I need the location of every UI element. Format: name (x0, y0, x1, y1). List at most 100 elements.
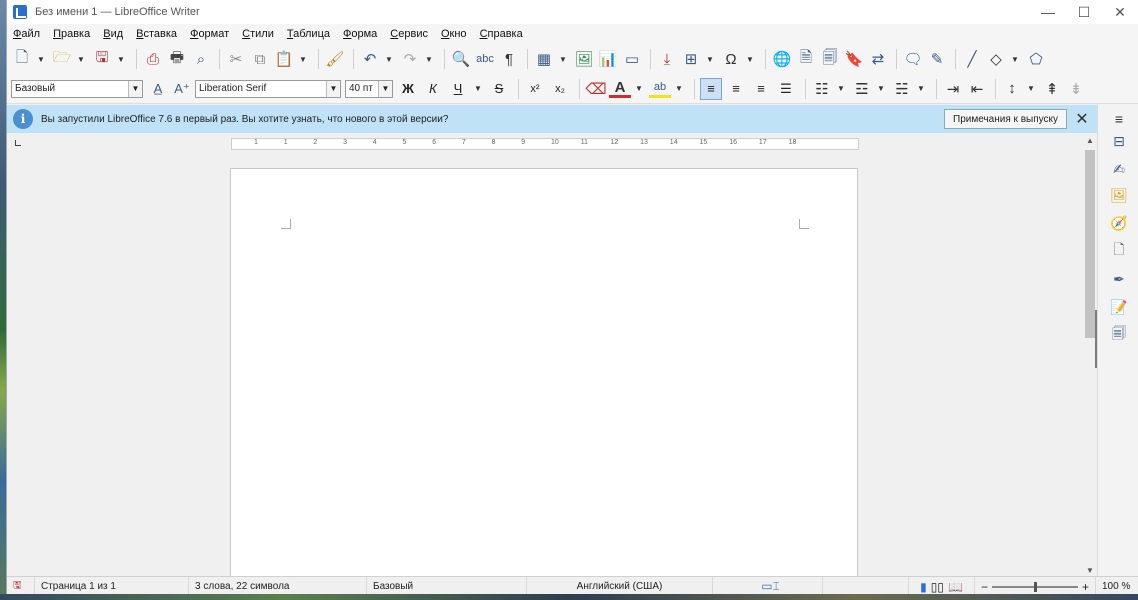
table-dropdown-icon[interactable]: ▼ (557, 48, 569, 70)
print-icon[interactable]: 🖶 (166, 48, 188, 70)
align-center-button[interactable]: ≡ (725, 78, 747, 100)
scroll-down-icon[interactable]: ▼ (1083, 564, 1097, 576)
redo-dropdown-icon[interactable]: ▼ (423, 48, 435, 70)
book-view-icon[interactable]: 📖 (948, 580, 963, 594)
copy-icon[interactable]: ⧉ (249, 48, 271, 70)
cross-reference-icon[interactable]: ⇄ (867, 48, 889, 70)
increase-indent-icon[interactable]: ⇥ (942, 78, 964, 100)
close-button[interactable]: ✕ (1102, 0, 1138, 24)
align-left-button[interactable]: ≡ (700, 77, 722, 100)
highlight-dropdown-icon[interactable]: ▼ (673, 78, 685, 100)
navigator-icon[interactable]: 🧭 (1108, 212, 1130, 234)
underline-button[interactable]: Ч (447, 78, 469, 100)
find-replace-icon[interactable]: 🔍 (450, 48, 472, 70)
save-icon[interactable]: 🖫 (91, 48, 113, 70)
align-right-button[interactable]: ≡ (750, 78, 772, 100)
menu-view[interactable]: Вид (103, 28, 123, 40)
bullet-list-icon[interactable]: ☷ (811, 78, 833, 100)
basic-shapes-icon[interactable]: ◇ (985, 48, 1007, 70)
paste-icon[interactable]: 📋 (273, 48, 295, 70)
highlight-color-icon[interactable]: ab (649, 80, 671, 98)
gallery-icon[interactable]: 🖼 (1108, 184, 1130, 206)
release-notes-button[interactable]: Примечания к выпуску (944, 109, 1067, 129)
superscript-button[interactable]: x² (524, 78, 546, 100)
style-inspector-icon[interactable]: ✒ (1108, 268, 1130, 290)
insert-textbox-icon[interactable]: ▭ (621, 48, 643, 70)
zoom-in-button[interactable]: + (1082, 580, 1089, 594)
maximize-button[interactable]: ☐ (1066, 0, 1102, 24)
design-icon[interactable]: 🗐 (1108, 324, 1130, 346)
underline-dropdown-icon[interactable]: ▼ (472, 78, 484, 100)
comment-icon[interactable]: 🗨 (902, 48, 924, 70)
draw-functions-icon[interactable]: ⬠ (1025, 48, 1047, 70)
insert-image-icon[interactable]: 🖼 (573, 48, 595, 70)
paragraph-style-combo[interactable]: Базовый ▼ (11, 79, 143, 98)
export-pdf-icon[interactable]: ⎙ (142, 48, 164, 70)
document-page[interactable] (230, 168, 858, 576)
menu-file[interactable]: Файл (13, 28, 40, 40)
scroll-up-icon[interactable]: ▲ (1083, 134, 1097, 146)
zoom-slider-knob[interactable] (1034, 581, 1038, 592)
menu-insert[interactable]: Вставка (136, 28, 177, 40)
open-folder-icon[interactable]: 🗁 (51, 48, 73, 70)
increase-paragraph-spacing-icon[interactable]: ⇞ (1041, 78, 1063, 100)
clone-formatting-icon[interactable]: 🖌 (324, 48, 346, 70)
new-document-icon[interactable]: 🗋 (11, 48, 33, 70)
insert-page-break-icon[interactable]: ⤓ (656, 48, 678, 70)
redo-icon[interactable]: ↷ (399, 48, 421, 70)
italic-button[interactable]: К (422, 78, 444, 100)
open-dropdown-icon[interactable]: ▼ (75, 48, 87, 70)
single-page-view-icon[interactable]: ▮ (920, 580, 927, 594)
strikethrough-button[interactable]: S (488, 78, 510, 100)
chevron-down-icon[interactable]: ▼ (326, 80, 340, 97)
print-preview-icon[interactable]: ⌕ (190, 48, 212, 70)
field-dropdown-icon[interactable]: ▼ (704, 48, 716, 70)
zoom-slider[interactable] (992, 581, 1079, 592)
justify-button[interactable]: ☰ (775, 78, 797, 100)
numbered-dropdown-icon[interactable]: ▼ (875, 78, 887, 100)
sidebar-menu-icon[interactable]: ≡ (1108, 108, 1130, 130)
line-spacing-dropdown-icon[interactable]: ▼ (1025, 78, 1037, 100)
menu-styles[interactable]: Стили (242, 28, 274, 40)
menu-edit[interactable]: Правка (53, 28, 90, 40)
menu-table[interactable]: Таблица (287, 28, 330, 40)
bold-button[interactable]: Ж (397, 78, 419, 100)
menu-form[interactable]: Форма (343, 28, 377, 40)
spellcheck-icon[interactable]: abc (474, 48, 496, 70)
decrease-indent-icon[interactable]: ⇤ (966, 78, 988, 100)
paste-dropdown-icon[interactable]: ▼ (297, 48, 309, 70)
page-icon[interactable]: 🗋 (1108, 240, 1130, 262)
undo-dropdown-icon[interactable]: ▼ (383, 48, 395, 70)
new-style-icon[interactable]: A⁺ (171, 78, 193, 100)
font-color-dropdown-icon[interactable]: ▼ (633, 78, 645, 100)
update-style-icon[interactable]: A̲ (147, 78, 169, 100)
font-name-combo[interactable]: Liberation Serif ▼ (195, 79, 341, 98)
decrease-paragraph-spacing-icon[interactable]: ⇟ (1065, 78, 1087, 100)
new-dropdown-icon[interactable]: ▼ (35, 48, 47, 70)
numbered-list-icon[interactable]: ☲ (851, 78, 873, 100)
styles-icon[interactable]: ✍ (1108, 158, 1130, 180)
save-dropdown-icon[interactable]: ▼ (115, 48, 127, 70)
manage-changes-icon[interactable]: 📝 (1108, 296, 1130, 318)
multi-page-view-icon[interactable]: ▯▯ (931, 580, 944, 594)
properties-icon[interactable]: ⊟ (1108, 130, 1130, 152)
insert-field-icon[interactable]: ⊞ (680, 48, 702, 70)
tab-stop-selector-icon[interactable] (15, 140, 21, 146)
menu-window[interactable]: Окно (441, 28, 467, 40)
shapes-dropdown-icon[interactable]: ▼ (1009, 48, 1021, 70)
special-character-icon[interactable]: Ω (720, 48, 742, 70)
chevron-down-icon[interactable]: ▼ (378, 80, 392, 97)
document-area[interactable]: 1 1 2 3 4 5 6 7 8 9 10 11 12 13 14 15 16 17 18 (7, 134, 1087, 576)
special-character-dropdown-icon[interactable]: ▼ (744, 48, 756, 70)
horizontal-ruler[interactable]: 1 1 2 3 4 5 6 7 8 9 10 11 12 13 14 15 16 17 18 (231, 138, 859, 150)
chevron-down-icon[interactable]: ▼ (128, 80, 142, 97)
selection-mode-icon[interactable]: ▭⌶ (761, 579, 780, 594)
menu-help[interactable]: Справка (480, 28, 523, 40)
insert-line-icon[interactable]: ╱ (961, 48, 983, 70)
menu-format[interactable]: Формат (190, 28, 229, 40)
undo-icon[interactable]: ↶ (359, 48, 381, 70)
cut-icon[interactable]: ✂ (225, 48, 247, 70)
line-spacing-icon[interactable]: ↕ (1001, 78, 1023, 100)
close-infobar-icon[interactable]: ✕ (1073, 110, 1091, 128)
insert-table-icon[interactable]: ▦ (533, 48, 555, 70)
